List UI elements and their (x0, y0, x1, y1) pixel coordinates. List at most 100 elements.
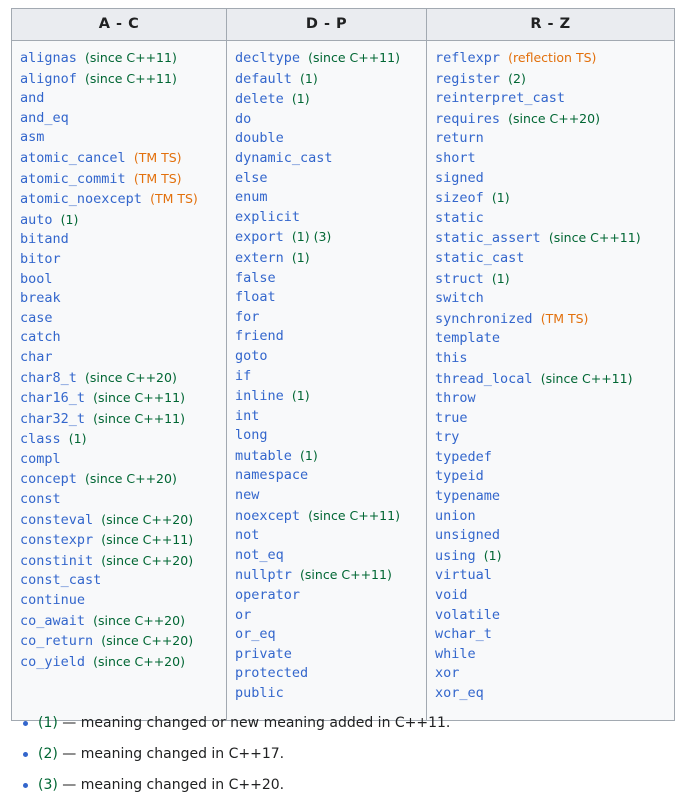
keyword-item[interactable]: goto (235, 347, 418, 367)
keyword-item[interactable]: default (1) (235, 69, 418, 90)
keyword-item[interactable]: friend (235, 327, 418, 347)
keyword-item[interactable]: mutable (1) (235, 446, 418, 467)
keyword-item[interactable]: alignof (since C++11) (20, 69, 218, 90)
keyword-item[interactable]: or_eq (235, 625, 418, 645)
keyword-item[interactable]: try (435, 428, 666, 448)
keyword-item[interactable]: nullptr (since C++11) (235, 565, 418, 586)
version-annotation: (1) (491, 190, 510, 206)
keyword-item[interactable]: struct (1) (435, 269, 666, 290)
keyword-item[interactable]: char16_t (since C++11) (20, 388, 218, 409)
keyword-item[interactable]: short (435, 149, 666, 169)
keyword-item[interactable]: atomic_cancel (TM TS) (20, 148, 218, 169)
keyword-item[interactable]: register (2) (435, 69, 666, 90)
keyword-item[interactable]: not (235, 526, 418, 546)
keyword-item[interactable]: continue (20, 591, 218, 611)
keyword-item[interactable]: new (235, 486, 418, 506)
keyword-item[interactable]: bitor (20, 250, 218, 270)
keyword-item[interactable]: xor_eq (435, 684, 666, 704)
keyword-item[interactable]: do (235, 110, 418, 130)
keyword-item[interactable]: static_assert (since C++11) (435, 228, 666, 249)
keyword-item[interactable]: not_eq (235, 546, 418, 566)
keyword-item[interactable]: consteval (since C++20) (20, 510, 218, 531)
keyword-item[interactable]: typename (435, 487, 666, 507)
keyword-item[interactable]: int (235, 407, 418, 427)
keyword-item[interactable]: delete (1) (235, 89, 418, 110)
keyword-item[interactable]: template (435, 329, 666, 349)
keyword-item[interactable]: true (435, 409, 666, 429)
keyword-item[interactable]: for (235, 308, 418, 328)
keyword-item[interactable]: compl (20, 450, 218, 470)
keyword-item[interactable]: void (435, 586, 666, 606)
keyword-item[interactable]: atomic_noexcept (TM TS) (20, 189, 218, 210)
keyword-item[interactable]: private (235, 645, 418, 665)
keyword-item[interactable]: unsigned (435, 526, 666, 546)
keyword-item[interactable]: protected (235, 664, 418, 684)
keyword-item[interactable]: public (235, 684, 418, 704)
keyword-item[interactable]: bitand (20, 230, 218, 250)
keyword-item[interactable]: static_cast (435, 249, 666, 269)
keyword-item[interactable]: throw (435, 389, 666, 409)
keyword-item[interactable]: this (435, 349, 666, 369)
keyword-item[interactable]: float (235, 288, 418, 308)
keyword-item[interactable]: static (435, 209, 666, 229)
keyword-item[interactable]: volatile (435, 606, 666, 626)
keyword-label: char (20, 348, 53, 365)
keyword-item[interactable]: alignas (since C++11) (20, 48, 218, 69)
keyword-item[interactable]: and (20, 89, 218, 109)
keyword-item[interactable]: reinterpret_cast (435, 89, 666, 109)
keyword-item[interactable]: decltype (since C++11) (235, 48, 418, 69)
keyword-item[interactable]: long (235, 426, 418, 446)
keyword-item[interactable]: while (435, 645, 666, 665)
keyword-item[interactable]: char (20, 348, 218, 368)
keyword-item[interactable]: co_return (since C++20) (20, 631, 218, 652)
keyword-item[interactable]: or (235, 606, 418, 626)
keyword-item[interactable]: auto (1) (20, 210, 218, 231)
keyword-item[interactable]: wchar_t (435, 625, 666, 645)
keyword-item[interactable]: operator (235, 586, 418, 606)
keyword-item[interactable]: else (235, 169, 418, 189)
keyword-item[interactable]: using (1) (435, 546, 666, 567)
keyword-item[interactable]: char32_t (since C++11) (20, 409, 218, 430)
keyword-item[interactable]: break (20, 289, 218, 309)
keyword-item[interactable]: case (20, 309, 218, 329)
keyword-item[interactable]: dynamic_cast (235, 149, 418, 169)
keyword-item[interactable]: and_eq (20, 109, 218, 129)
keyword-item[interactable]: noexcept (since C++11) (235, 506, 418, 527)
keyword-item[interactable]: switch (435, 289, 666, 309)
keyword-item[interactable]: bool (20, 270, 218, 290)
keyword-item[interactable]: thread_local (since C++11) (435, 369, 666, 390)
keyword-item[interactable]: signed (435, 169, 666, 189)
keyword-item[interactable]: export (1) (3) (235, 227, 418, 248)
keyword-item[interactable]: char8_t (since C++20) (20, 368, 218, 389)
keyword-item[interactable]: constinit (since C++20) (20, 551, 218, 572)
keyword-item[interactable]: atomic_commit (TM TS) (20, 169, 218, 190)
keyword-item[interactable]: class (1) (20, 429, 218, 450)
keyword-item[interactable]: enum (235, 188, 418, 208)
keyword-item[interactable]: synchronized (TM TS) (435, 309, 666, 330)
keyword-item[interactable]: double (235, 129, 418, 149)
keyword-item[interactable]: const_cast (20, 571, 218, 591)
keyword-item[interactable]: sizeof (1) (435, 188, 666, 209)
keyword-item[interactable]: co_yield (since C++20) (20, 652, 218, 673)
keyword-item[interactable]: namespace (235, 466, 418, 486)
keyword-item[interactable]: return (435, 129, 666, 149)
keyword-item[interactable]: false (235, 269, 418, 289)
keyword-item[interactable]: typedef (435, 448, 666, 468)
keyword-item[interactable]: requires (since C++20) (435, 109, 666, 130)
keyword-item[interactable]: if (235, 367, 418, 387)
keyword-item[interactable]: const (20, 490, 218, 510)
keyword-item[interactable]: typeid (435, 467, 666, 487)
keyword-item[interactable]: co_await (since C++20) (20, 611, 218, 632)
keyword-item[interactable]: reflexpr (reflection TS) (435, 48, 666, 69)
keyword-item[interactable]: explicit (235, 208, 418, 228)
keyword-item[interactable]: union (435, 507, 666, 527)
keyword-item[interactable]: constexpr (since C++11) (20, 530, 218, 551)
keyword-item[interactable]: xor (435, 664, 666, 684)
keyword-item[interactable]: virtual (435, 566, 666, 586)
keyword-item[interactable]: asm (20, 128, 218, 148)
keyword-cell-d-p: decltype (since C++11) default (1) delete … (226, 40, 427, 721)
keyword-item[interactable]: catch (20, 328, 218, 348)
keyword-item[interactable]: concept (since C++20) (20, 469, 218, 490)
keyword-item[interactable]: extern (1) (235, 248, 418, 269)
keyword-item[interactable]: inline (1) (235, 386, 418, 407)
